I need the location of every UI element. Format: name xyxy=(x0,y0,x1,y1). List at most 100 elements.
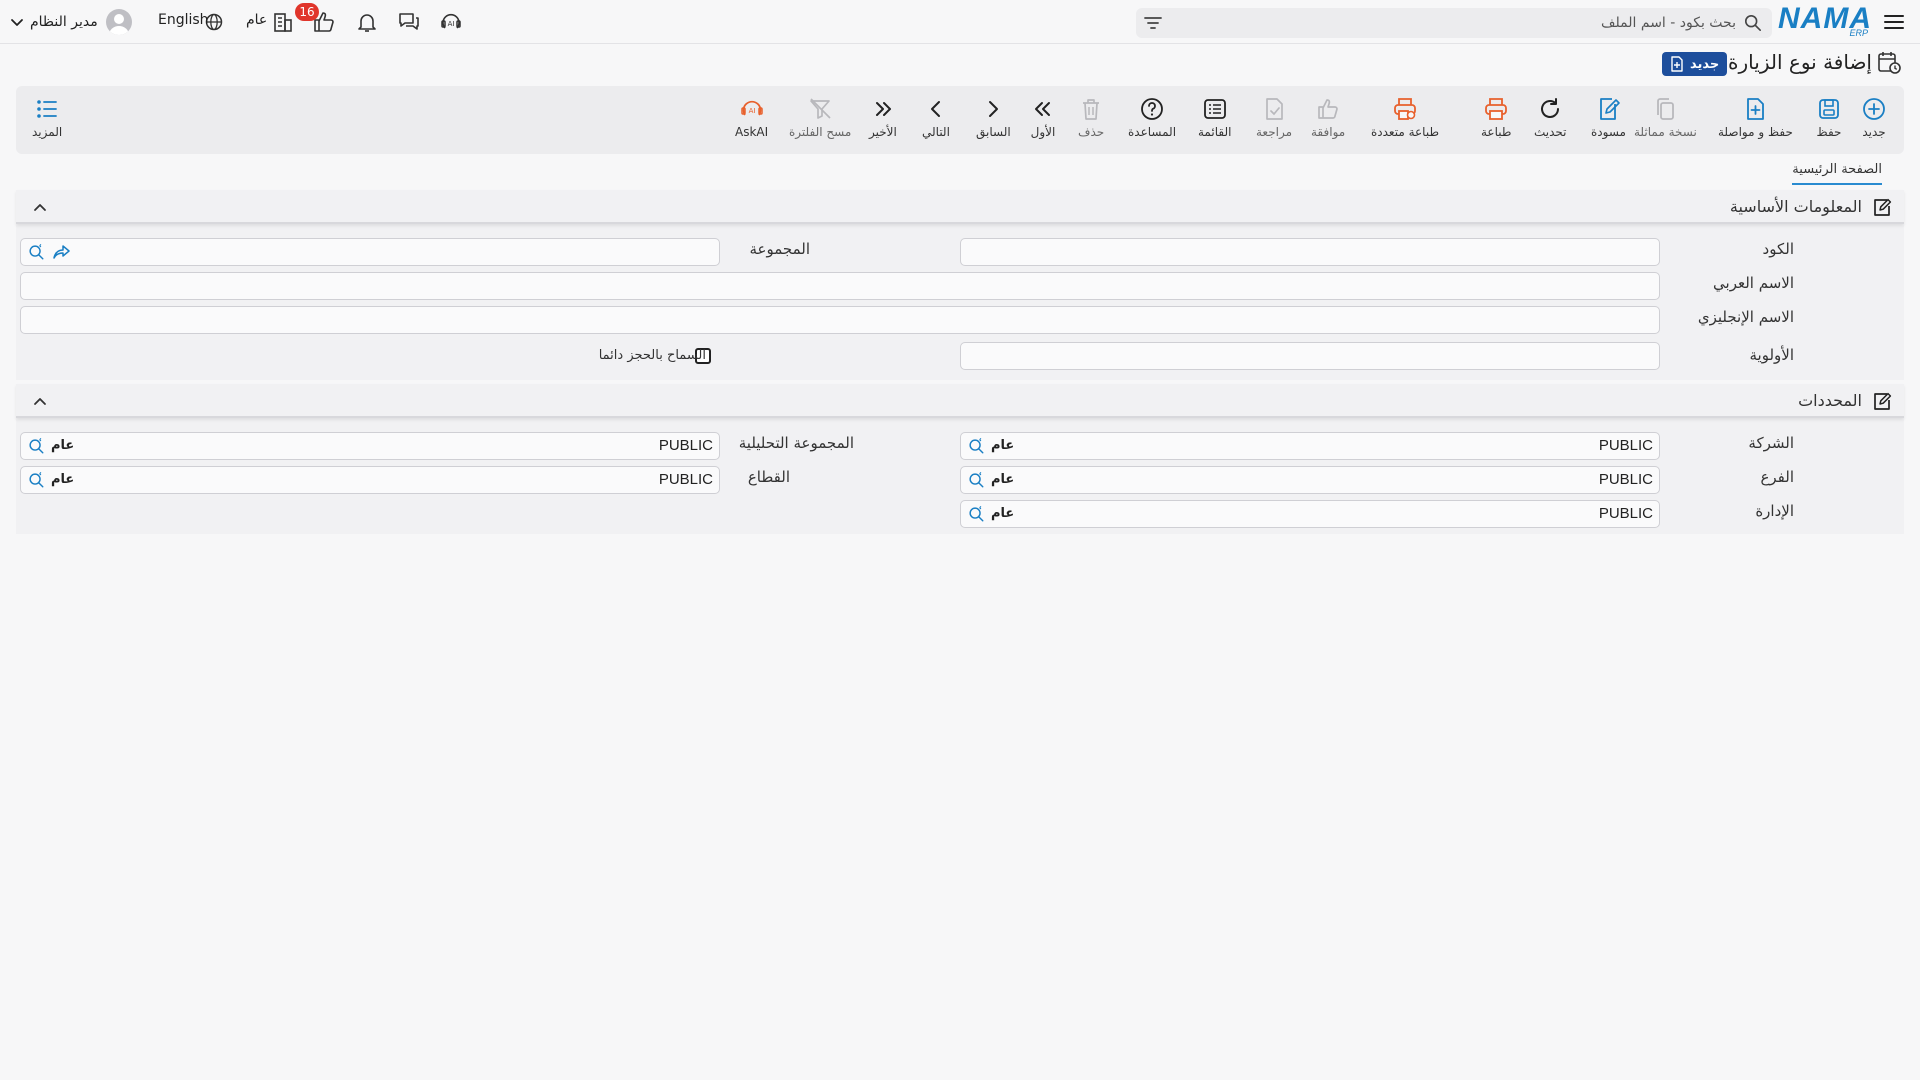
filter-icon[interactable] xyxy=(1144,15,1162,31)
share-icon[interactable] xyxy=(53,244,71,260)
delete-label: حذف xyxy=(1078,125,1105,139)
basic-info-header[interactable]: المعلومات الأساسية xyxy=(16,190,1904,224)
clear-filter-button[interactable]: مسح الفلترة xyxy=(789,96,851,146)
english-name-input[interactable] xyxy=(21,307,1659,333)
nama-logo[interactable]: NAMA ERP xyxy=(1778,4,1872,39)
duplicate-button[interactable]: نسخة مماثلة xyxy=(1634,96,1697,146)
department-field[interactable]: PUBLIC عام xyxy=(960,500,1660,528)
search-input[interactable] xyxy=(1176,8,1736,38)
priority-input[interactable] xyxy=(961,343,1659,369)
search-icon[interactable] xyxy=(27,437,45,455)
chevron-up-icon[interactable] xyxy=(32,200,48,214)
building-icon[interactable] xyxy=(271,10,295,34)
allow-booking-label[interactable]: السماح بالحجز دائما xyxy=(599,348,706,363)
global-search xyxy=(1136,8,1772,38)
copy-icon xyxy=(1652,96,1678,122)
branch-name: عام xyxy=(991,472,1015,487)
save-button-label: حفظ xyxy=(1816,125,1842,139)
help-button[interactable]: المساعدة xyxy=(1128,96,1176,146)
list-icon xyxy=(1202,96,1228,122)
group-input[interactable] xyxy=(21,239,719,265)
last-label: الأخير xyxy=(869,125,897,139)
previous-label: السابق xyxy=(976,125,1011,139)
next-record-button[interactable]: التالي xyxy=(922,96,950,146)
multi-print-label: طباعة متعددة xyxy=(1371,125,1440,139)
top-bar: NAMA ERP AI 16 عام English مدير النظام xyxy=(0,0,1920,44)
search-icon[interactable] xyxy=(27,471,45,489)
tab-main[interactable]: الصفحة الرئيسية xyxy=(1792,162,1882,185)
previous-record-button[interactable]: السابق xyxy=(976,96,1011,146)
sector-name: عام xyxy=(51,472,75,487)
more-button[interactable]: المزيد xyxy=(32,96,62,146)
draft-button[interactable]: مسودة xyxy=(1591,96,1626,146)
ai-headset-icon: AI xyxy=(739,96,765,122)
menu-icon[interactable] xyxy=(1882,10,1906,34)
list-button[interactable]: القائمة xyxy=(1198,96,1231,146)
english-name-label: الاسم الإنجليزي xyxy=(1697,308,1794,326)
user-name: مدير النظام xyxy=(30,14,98,30)
language-switch[interactable]: English xyxy=(158,12,209,28)
specifiers-section: المحددات الشركة PUBLIC عام المجموعة التح… xyxy=(16,384,1904,534)
sector-label: القطاع xyxy=(747,468,790,486)
multi-print-button[interactable]: طباعة متعددة xyxy=(1371,96,1439,146)
arabic-name-input[interactable] xyxy=(21,273,1659,299)
status-badge: جديد xyxy=(1662,52,1728,76)
refresh-button[interactable]: تحديث xyxy=(1534,96,1567,146)
more-label: المزيد xyxy=(32,125,63,139)
branch-field[interactable]: PUBLIC عام xyxy=(960,466,1660,494)
ask-ai-button[interactable]: AI AskAI xyxy=(735,96,768,146)
english-name-field xyxy=(20,306,1660,334)
review-label: مراجعة xyxy=(1256,125,1293,139)
ai-assistant-icon[interactable]: AI xyxy=(439,10,463,34)
help-icon xyxy=(1139,96,1165,122)
search-icon[interactable] xyxy=(27,243,45,261)
chevron-left-icon xyxy=(923,96,949,122)
search-icon[interactable] xyxy=(967,437,985,455)
analytic-group-field[interactable]: PUBLIC عام xyxy=(20,432,720,460)
printer-icon xyxy=(1483,96,1509,122)
search-icon xyxy=(1744,14,1762,32)
sector-field[interactable]: PUBLIC عام xyxy=(20,466,720,494)
company-name: عام xyxy=(991,438,1015,453)
first-label: الأول xyxy=(1030,125,1056,139)
search-icon[interactable] xyxy=(967,505,985,523)
first-record-button[interactable]: الأول xyxy=(1030,96,1056,146)
review-document-icon xyxy=(1261,96,1287,122)
save-continue-button[interactable]: حفظ و مواصلة xyxy=(1718,96,1793,146)
print-label: طباعة xyxy=(1481,125,1512,139)
save-icon xyxy=(1816,96,1842,122)
action-toolbar: جديد حفظ حفظ و مواصلة نسخة مماثلة مسودة … xyxy=(16,86,1904,154)
last-record-button[interactable]: الأخير xyxy=(869,96,897,146)
print-button[interactable]: طباعة xyxy=(1481,96,1511,146)
save-button[interactable]: حفظ xyxy=(1816,96,1842,146)
user-menu[interactable]: مدير النظام xyxy=(10,8,98,36)
chevron-right-icon xyxy=(980,96,1006,122)
approve-button[interactable]: موافقة xyxy=(1311,96,1345,146)
analytic-group-label: المجموعة التحليلية xyxy=(738,434,854,452)
specifiers-header[interactable]: المحددات xyxy=(16,384,1904,418)
file-plus-icon xyxy=(1742,96,1768,122)
plus-circle-icon xyxy=(1861,96,1887,122)
code-input[interactable] xyxy=(961,239,1659,265)
review-button[interactable]: مراجعة xyxy=(1256,96,1292,146)
company-field[interactable]: PUBLIC عام xyxy=(960,432,1660,460)
avatar[interactable] xyxy=(106,9,132,35)
bell-icon[interactable] xyxy=(355,10,379,34)
analytic-group-name: عام xyxy=(51,438,75,453)
chevron-down-icon xyxy=(10,15,24,29)
new-button[interactable]: جديد xyxy=(1861,96,1887,146)
draft-icon xyxy=(1595,96,1621,122)
trash-icon xyxy=(1078,96,1104,122)
branch-label[interactable]: عام xyxy=(246,12,267,28)
edit-icon xyxy=(1872,198,1892,218)
page-title: إضافة نوع الزيارة xyxy=(1728,50,1872,74)
branch-code: PUBLIC xyxy=(1598,471,1653,488)
notification-count-badge: 16 xyxy=(295,3,319,21)
clear-filter-label: مسح الفلترة xyxy=(789,125,852,139)
delete-button[interactable]: حذف xyxy=(1078,96,1104,146)
chat-icon[interactable] xyxy=(397,10,421,34)
list-label: القائمة xyxy=(1198,125,1232,139)
search-icon[interactable] xyxy=(967,471,985,489)
svg-text:AI: AI xyxy=(448,20,455,28)
chevron-up-icon[interactable] xyxy=(32,394,48,408)
